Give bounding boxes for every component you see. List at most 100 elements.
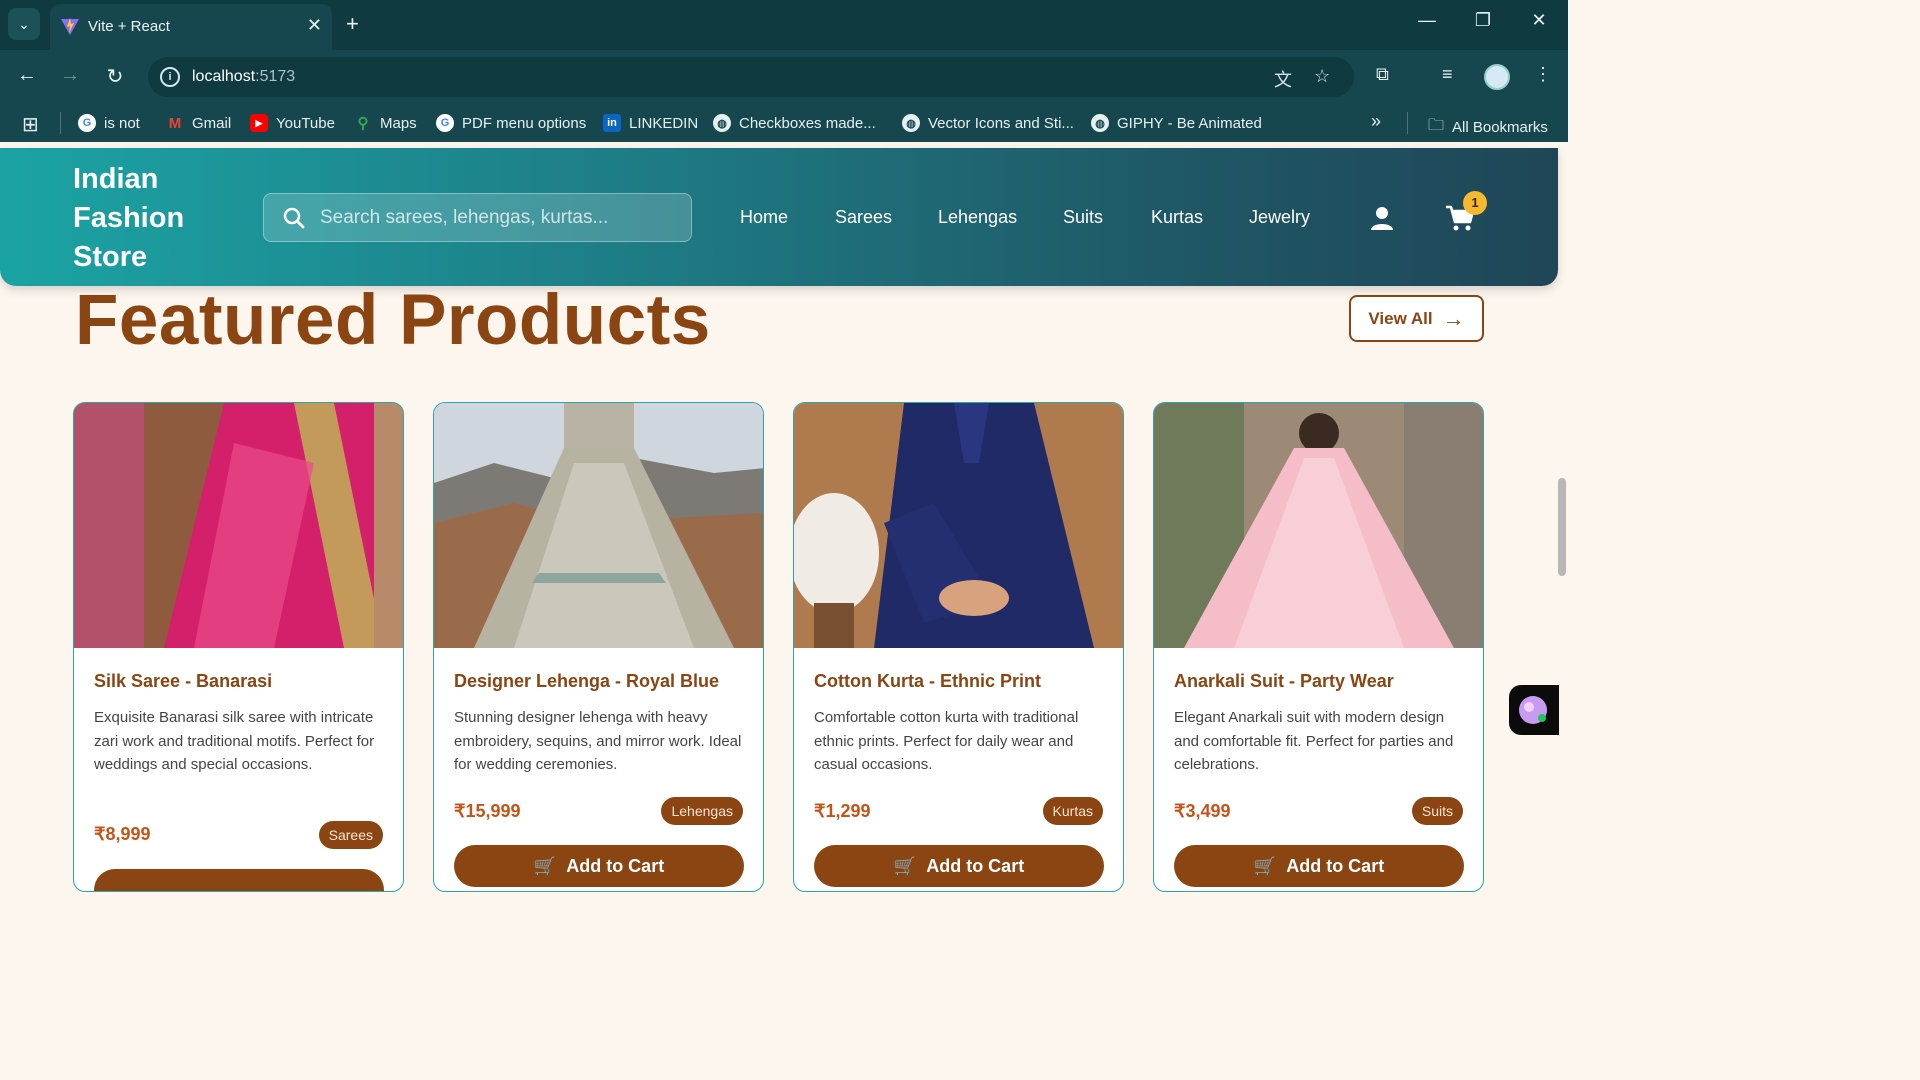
maps-icon: ⚲ [357,115,369,132]
youtube-icon: ▶ [250,114,268,132]
bookmark-giphy[interactable]: ◍ GIPHY - Be Animated [1091,114,1262,132]
translate-icon[interactable]: 文 [1274,66,1292,92]
cart-count-badge: 1 [1463,191,1487,215]
bookmark-checkboxes[interactable]: ◍ Checkboxes made... [713,114,876,132]
bookmarks-divider [1407,112,1408,134]
bookmark-label: YouTube [276,114,335,132]
add-to-cart-button[interactable]: 🛒 Add to Cart [454,845,744,887]
all-bookmarks-label: All Bookmarks [1452,119,1548,136]
product-title[interactable]: Designer Lehenga - Royal Blue [454,671,719,692]
chevron-down-icon: ⌄ [18,15,30,32]
bookmark-linkedin[interactable]: in LINKEDIN [603,114,698,132]
bookmark-label: Vector Icons and Sti... [928,114,1074,132]
cart-icon: 🛒 [533,855,557,876]
product-price: ₹1,299 [814,801,871,821]
add-to-cart-label: Add to Cart [1286,855,1385,876]
add-to-cart-label: Add to Cart [926,855,1025,876]
back-arrow-icon[interactable]: ← [13,64,41,87]
close-window-icon[interactable]: ✕ [1524,10,1554,31]
bookmark-label: Gmail [192,114,232,132]
assistant-launcher-button[interactable] [1509,685,1559,735]
product-card[interactable]: Cotton Kurta - Ethnic Print Comfortable … [793,402,1124,892]
page-scrollbar[interactable] [1558,478,1566,576]
add-to-cart-label: Add to Cart [566,855,665,876]
bookmark-pdf-menu[interactable]: G PDF menu options [436,114,586,132]
browser-titlebar: ⌄ Vite + React ✕ + — ❐ ✕ [0,0,1568,50]
add-to-cart-button[interactable]: 🛒 Add to Cart [1174,845,1464,887]
star-bookmark-icon[interactable]: ☆ [1314,66,1330,87]
cart-icon: 🛒 [893,855,917,876]
bookmark-label: Checkboxes made... [739,114,876,132]
bookmark-gmail[interactable]: M Gmail [166,114,231,132]
nav-kurtas[interactable]: Kurtas [1151,207,1203,228]
nav-sarees[interactable]: Sarees [835,207,892,228]
nav-home[interactable]: Home [740,207,788,228]
bookmark-youtube[interactable]: ▶ YouTube [250,114,335,132]
product-card[interactable]: Anarkali Suit - Party Wear Elegant Anark… [1153,402,1484,892]
google-icon: G [78,114,96,132]
nav-suits[interactable]: Suits [1063,207,1103,228]
view-all-label: View All [1368,308,1433,328]
google-icon: G [436,114,454,132]
product-image-kurta [794,403,1123,648]
bookmarks-divider [60,112,61,134]
add-to-cart-button[interactable] [94,869,384,891]
product-price: ₹15,999 [454,801,521,821]
profile-avatar[interactable] [1484,64,1510,90]
close-tab-icon[interactable]: ✕ [307,15,322,36]
more-bookmarks-icon[interactable]: » [1371,111,1381,132]
product-card[interactable]: Designer Lehenga - Royal Blue Stunning d… [433,402,764,892]
bookmark-label: PDF menu options [462,114,587,132]
product-title[interactable]: Anarkali Suit - Party Wear [1174,671,1394,692]
all-bookmarks[interactable]: 🗀 All Bookmarks [1428,114,1548,141]
product-card[interactable]: Silk Saree - Banarasi Exquisite Banarasi… [73,402,404,892]
logo-line: Indian [73,163,159,195]
bookmark-maps[interactable]: ⚲ Maps [354,114,417,133]
product-description: Elegant Anarkali suit with modern design… [1174,709,1454,773]
extensions-icon[interactable]: ⧉ [1376,64,1389,85]
forward-arrow-icon[interactable]: → [56,64,84,87]
globe-icon: ◍ [713,114,731,132]
arrow-right-icon: → [1442,305,1465,331]
category-badge: Suits [1411,797,1463,825]
product-image-saree [74,403,403,648]
reload-icon[interactable]: ↻ [101,64,129,89]
product-title[interactable]: Silk Saree - Banarasi [94,671,272,692]
minimize-icon[interactable]: — [1412,10,1442,31]
nav-lehengas[interactable]: Lehengas [938,207,1017,228]
search-box[interactable] [263,193,692,242]
product-price: ₹8,999 [94,824,151,844]
search-input[interactable] [320,204,680,232]
product-title[interactable]: Cotton Kurta - Ethnic Print [814,671,1041,692]
store-logo[interactable]: Indian Fashion Store [73,160,243,277]
media-control-icon[interactable]: ≡ [1442,64,1453,85]
tab-search-button[interactable]: ⌄ [8,8,40,40]
gmail-icon: M [168,114,182,132]
product-description: Stunning designer lehenga with heavy emb… [454,709,742,773]
browser-tab[interactable]: Vite + React ✕ [50,4,332,50]
product-description: Exquisite Banarasi silk saree with intri… [94,709,375,773]
add-to-cart-button[interactable]: 🛒 Add to Cart [814,845,1104,887]
logo-line: Fashion [73,202,185,234]
globe-icon: ◍ [902,114,920,132]
nav-jewelry[interactable]: Jewelry [1249,207,1310,228]
new-tab-icon[interactable]: + [346,12,359,36]
menu-kebab-icon[interactable]: ⋮ [1534,64,1552,85]
category-badge: Kurtas [1042,797,1103,825]
product-price: ₹3,499 [1174,801,1231,821]
bookmark-vector-icons[interactable]: ◍ Vector Icons and Sti... [902,114,1074,132]
site-header: Indian Fashion Store Home Sarees Lehenga… [0,148,1558,286]
url-text[interactable]: localhost:5173 [192,68,295,86]
user-icon[interactable] [1369,205,1395,231]
apps-grid-icon[interactable]: ⊞ [22,112,39,137]
bookmark-is-not[interactable]: Gis not [78,114,140,132]
address-bar[interactable]: i localhost:5173 文 ☆ [148,57,1354,97]
bookmark-label: Maps [380,114,417,132]
product-image-anarkali [1154,403,1483,648]
bookmark-label: LINKEDIN [629,114,699,132]
view-all-button[interactable]: View All → [1349,295,1484,342]
restore-icon[interactable]: ❐ [1468,10,1498,31]
site-info-icon[interactable]: i [160,67,180,87]
product-image-lehenga [434,403,763,648]
url-port: :5173 [255,68,296,85]
